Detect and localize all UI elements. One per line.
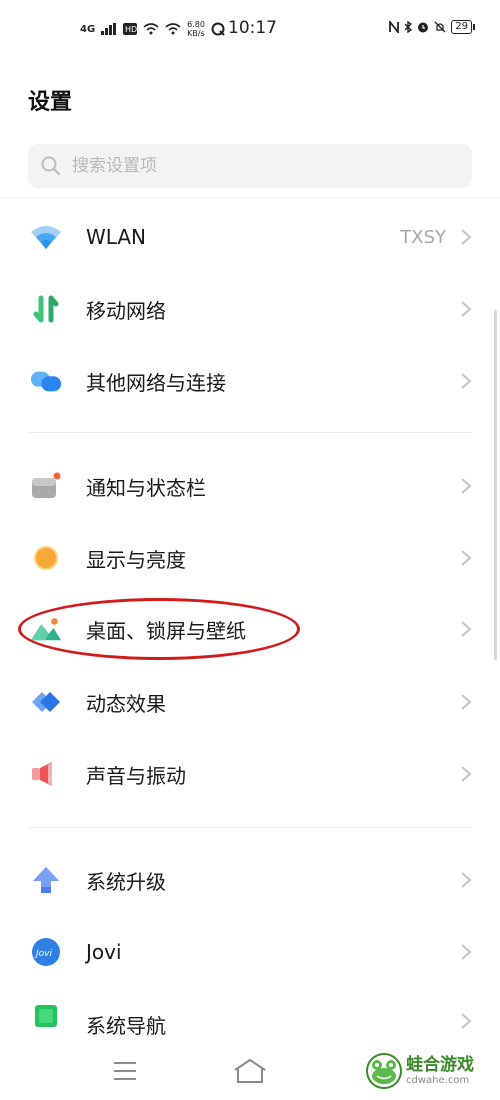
chevron-right-icon bbox=[461, 621, 472, 637]
mobile-data-icon bbox=[30, 293, 62, 325]
item-label: 动态效果 bbox=[86, 691, 166, 716]
settings-item-sound-vibration[interactable]: 声音与振动 bbox=[0, 742, 500, 806]
wifi-status-icon bbox=[143, 23, 159, 35]
net-speed: 6.80 KB/s bbox=[187, 20, 205, 38]
connection-icon bbox=[30, 365, 62, 397]
frog-logo-icon bbox=[366, 1053, 402, 1089]
clock: 10:17 bbox=[228, 18, 277, 38]
signal-icon bbox=[101, 23, 117, 35]
speed-unit: KB/s bbox=[187, 29, 205, 38]
network-type: 4G bbox=[80, 23, 96, 35]
svg-text:HD: HD bbox=[125, 25, 137, 34]
battery-icon: 29 bbox=[451, 20, 475, 34]
hd-icon: HD bbox=[123, 23, 138, 35]
chevron-right-icon bbox=[461, 373, 472, 389]
item-label: 移动网络 bbox=[86, 298, 166, 323]
sound-icon bbox=[30, 758, 62, 790]
highlight-annotation bbox=[18, 598, 300, 660]
settings-item-other-connections[interactable]: 其他网络与连接 bbox=[0, 349, 500, 413]
watermark-name: 蛙合游戏 bbox=[406, 1055, 474, 1075]
speed-value: 6.80 bbox=[187, 20, 205, 29]
wifi-icon bbox=[30, 221, 62, 253]
mute-icon bbox=[434, 21, 446, 33]
watermark-domain: cdwahe.com bbox=[406, 1075, 470, 1086]
chevron-right-icon bbox=[461, 550, 472, 566]
page-title: 设置 bbox=[28, 90, 73, 115]
brightness-icon bbox=[30, 542, 62, 574]
navigation-icon bbox=[30, 1000, 62, 1032]
item-label: 显示与亮度 bbox=[86, 547, 186, 572]
search-bar[interactable] bbox=[28, 144, 472, 188]
item-label: 通知与状态栏 bbox=[86, 475, 206, 500]
alarm-icon bbox=[418, 22, 429, 33]
menu-icon[interactable] bbox=[112, 1060, 138, 1082]
group-divider bbox=[28, 827, 472, 828]
item-value: TXSY bbox=[400, 226, 446, 248]
watermark: 蛙合游戏 cdwahe.com bbox=[366, 1048, 494, 1094]
status-left: 4G HD 6.80 KB/s bbox=[80, 20, 225, 38]
chevron-right-icon bbox=[461, 694, 472, 710]
app-notify-icon bbox=[211, 22, 225, 36]
settings-item-system-navigation[interactable]: 系统导航 bbox=[0, 988, 500, 1040]
chevron-right-icon bbox=[461, 229, 472, 245]
status-right: 29 bbox=[389, 20, 475, 34]
notification-icon bbox=[30, 470, 62, 502]
jovi-icon: Jovi bbox=[30, 936, 62, 968]
item-label: WLAN bbox=[86, 225, 147, 249]
search-input[interactable] bbox=[70, 155, 454, 177]
settings-item-mobile-network[interactable]: 移动网络 bbox=[0, 277, 500, 341]
settings-item-jovi[interactable]: Jovi Jovi bbox=[0, 920, 500, 984]
settings-item-display-brightness[interactable]: 显示与亮度 bbox=[0, 526, 500, 590]
scrollbar[interactable] bbox=[494, 310, 497, 660]
chevron-right-icon bbox=[461, 766, 472, 782]
upgrade-icon bbox=[30, 864, 62, 896]
item-label: Jovi bbox=[86, 940, 122, 964]
item-label: 系统升级 bbox=[86, 869, 166, 894]
status-bar: 4G HD 6.80 KB/s 10:17 29 bbox=[0, 0, 500, 60]
chevron-right-icon bbox=[461, 872, 472, 888]
group-divider bbox=[28, 432, 472, 433]
motion-icon bbox=[30, 686, 62, 718]
watermark-text: 蛙合游戏 cdwahe.com bbox=[406, 1055, 474, 1087]
item-label: 系统导航 bbox=[86, 1014, 166, 1038]
divider bbox=[0, 197, 500, 198]
chevron-right-icon bbox=[461, 478, 472, 494]
item-label: 其他网络与连接 bbox=[86, 370, 226, 395]
search-icon bbox=[41, 156, 61, 176]
chevron-right-icon bbox=[461, 1013, 472, 1029]
settings-item-motion-effects[interactable]: 动态效果 bbox=[0, 670, 500, 734]
chevron-right-icon bbox=[461, 944, 472, 960]
bluetooth-icon bbox=[404, 21, 413, 33]
svg-text:Jovi: Jovi bbox=[34, 949, 52, 959]
settings-item-notifications[interactable]: 通知与状态栏 bbox=[0, 454, 500, 518]
settings-item-wlan[interactable]: WLAN TXSY bbox=[0, 205, 500, 269]
item-label: 声音与振动 bbox=[86, 763, 186, 788]
home-icon[interactable] bbox=[232, 1058, 268, 1084]
settings-item-system-upgrade[interactable]: 系统升级 bbox=[0, 848, 500, 912]
nfc-icon bbox=[389, 21, 400, 33]
hotspot-wifi-icon bbox=[165, 23, 181, 35]
chevron-right-icon bbox=[461, 301, 472, 317]
